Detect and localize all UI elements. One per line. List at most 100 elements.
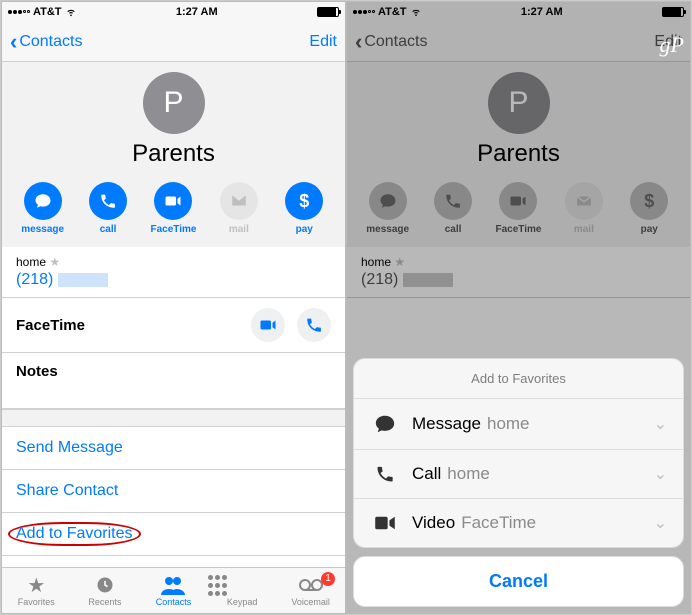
cancel-button[interactable]: Cancel [353, 556, 684, 607]
sheet-title: Add to Favorites [354, 359, 683, 399]
sheet-row-detail: home [447, 464, 653, 484]
back-button: ‹ Contacts [355, 31, 427, 53]
sheet-row-name: Message [412, 414, 481, 434]
tab-voicemail[interactable]: Voicemail 1 [276, 574, 345, 607]
contact-name: Parents [347, 140, 690, 168]
chevron-down-icon: ⌄ [654, 464, 667, 484]
action-message-label: message [361, 224, 415, 235]
tab-contacts-label: Contacts [139, 597, 208, 607]
section-gap [2, 409, 345, 427]
contact-name: Parents [2, 140, 345, 168]
message-icon [374, 413, 396, 435]
phone-icon [444, 192, 462, 210]
sheet-row-detail: home [487, 414, 654, 434]
tab-favorites[interactable]: ★ Favorites [2, 574, 71, 607]
clock-label: 1:27 AM [521, 6, 563, 18]
phone-number: (218) [16, 271, 53, 288]
action-mail-label: mail [212, 224, 266, 235]
nav-bar: ‹ Contacts Edit [347, 22, 690, 62]
chevron-left-icon: ‹ [10, 31, 17, 53]
phone-cell[interactable]: home ★ (218) [2, 247, 345, 298]
video-icon [374, 515, 396, 531]
video-icon [509, 192, 527, 210]
message-icon [379, 192, 397, 210]
star-icon: ★ [2, 574, 71, 596]
message-icon [34, 192, 52, 210]
battery-icon [317, 7, 339, 17]
carrier-label: AT&T [33, 6, 62, 18]
sheet-row-message[interactable]: Message home ⌄ [354, 399, 683, 450]
back-button[interactable]: ‹ Contacts [10, 31, 82, 53]
video-icon [259, 316, 277, 334]
phone-cell: home ★ (218) [347, 247, 690, 298]
phone-right: gP AT&T 1:27 AM ‹ Contacts Edit P [346, 1, 691, 614]
phone-icon [99, 192, 117, 210]
status-bar: AT&T 1:27 AM [347, 2, 690, 22]
phone-icon [375, 464, 395, 484]
action-call-label: call [81, 224, 135, 235]
tab-recents[interactable]: Recents [71, 574, 140, 607]
chevron-left-icon: ‹ [355, 31, 362, 53]
sheet-row-detail: FaceTime [461, 513, 653, 533]
action-call: call [426, 182, 480, 235]
watermark: gP [660, 32, 684, 58]
action-pay-label: pay [622, 224, 676, 235]
tab-contacts[interactable]: Contacts [139, 574, 208, 607]
mail-icon [230, 192, 248, 210]
send-message-link[interactable]: Send Message [2, 427, 345, 470]
carrier-label: AT&T [378, 6, 407, 18]
action-call-label: call [426, 224, 480, 235]
details-list: home ★ (218) FaceTime Notes Send Message… [2, 247, 345, 567]
phone-left: AT&T 1:27 AM ‹ Contacts Edit P Parents m… [1, 1, 346, 614]
clock-label: 1:27 AM [176, 6, 218, 18]
tab-keypad[interactable]: Keypad [208, 574, 277, 607]
tab-bar: ★ Favorites Recents Contacts Keypad Voic… [2, 567, 345, 613]
phone-icon [305, 316, 323, 334]
action-facetime-label: FaceTime [491, 224, 545, 235]
clock-icon [95, 575, 115, 595]
dollar-icon: $ [644, 191, 654, 212]
action-mail-label: mail [557, 224, 611, 235]
action-pay-label: pay [277, 224, 331, 235]
wifi-icon [410, 7, 422, 17]
status-bar: AT&T 1:27 AM [2, 2, 345, 22]
avatar: P [488, 72, 550, 134]
signal-icon [8, 10, 30, 14]
video-icon [164, 192, 182, 210]
facetime-video-button[interactable] [251, 308, 285, 342]
share-contact-link[interactable]: Share Contact [2, 470, 345, 513]
voicemail-badge: 1 [321, 572, 335, 586]
tab-keypad-label: Keypad [208, 597, 277, 607]
action-mail: mail [557, 182, 611, 235]
share-my-location-link[interactable]: Share My Location [2, 556, 345, 567]
star-icon: ★ [49, 255, 60, 269]
edit-button[interactable]: Edit [309, 33, 337, 51]
action-message: message [361, 182, 415, 235]
contact-header: P Parents [347, 62, 690, 176]
action-pay: $ pay [622, 182, 676, 235]
action-message[interactable]: message [16, 182, 70, 235]
sheet-row-name: Video [412, 513, 455, 533]
mail-icon [575, 192, 593, 210]
back-label: Contacts [19, 33, 82, 51]
facetime-audio-button[interactable] [297, 308, 331, 342]
sheet-row-call[interactable]: Call home ⌄ [354, 450, 683, 499]
action-pay[interactable]: $ pay [277, 182, 331, 235]
sheet-row-video[interactable]: Video FaceTime ⌄ [354, 499, 683, 547]
phone-label: home [361, 255, 391, 269]
action-call[interactable]: call [81, 182, 135, 235]
tab-recents-label: Recents [71, 597, 140, 607]
contact-header: P Parents [2, 62, 345, 176]
contacts-icon [161, 575, 185, 595]
notes-cell[interactable]: Notes [2, 353, 345, 409]
add-to-favorites-link[interactable]: Add to Favorites [2, 513, 345, 556]
phone-label: home [16, 255, 46, 269]
signal-icon [353, 10, 375, 14]
sheet-row-name: Call [412, 464, 441, 484]
action-facetime[interactable]: FaceTime [146, 182, 200, 235]
action-mail: mail [212, 182, 266, 235]
nav-bar: ‹ Contacts Edit [2, 22, 345, 62]
action-facetime-label: FaceTime [146, 224, 200, 235]
wifi-icon [65, 7, 77, 17]
battery-icon [662, 7, 684, 17]
